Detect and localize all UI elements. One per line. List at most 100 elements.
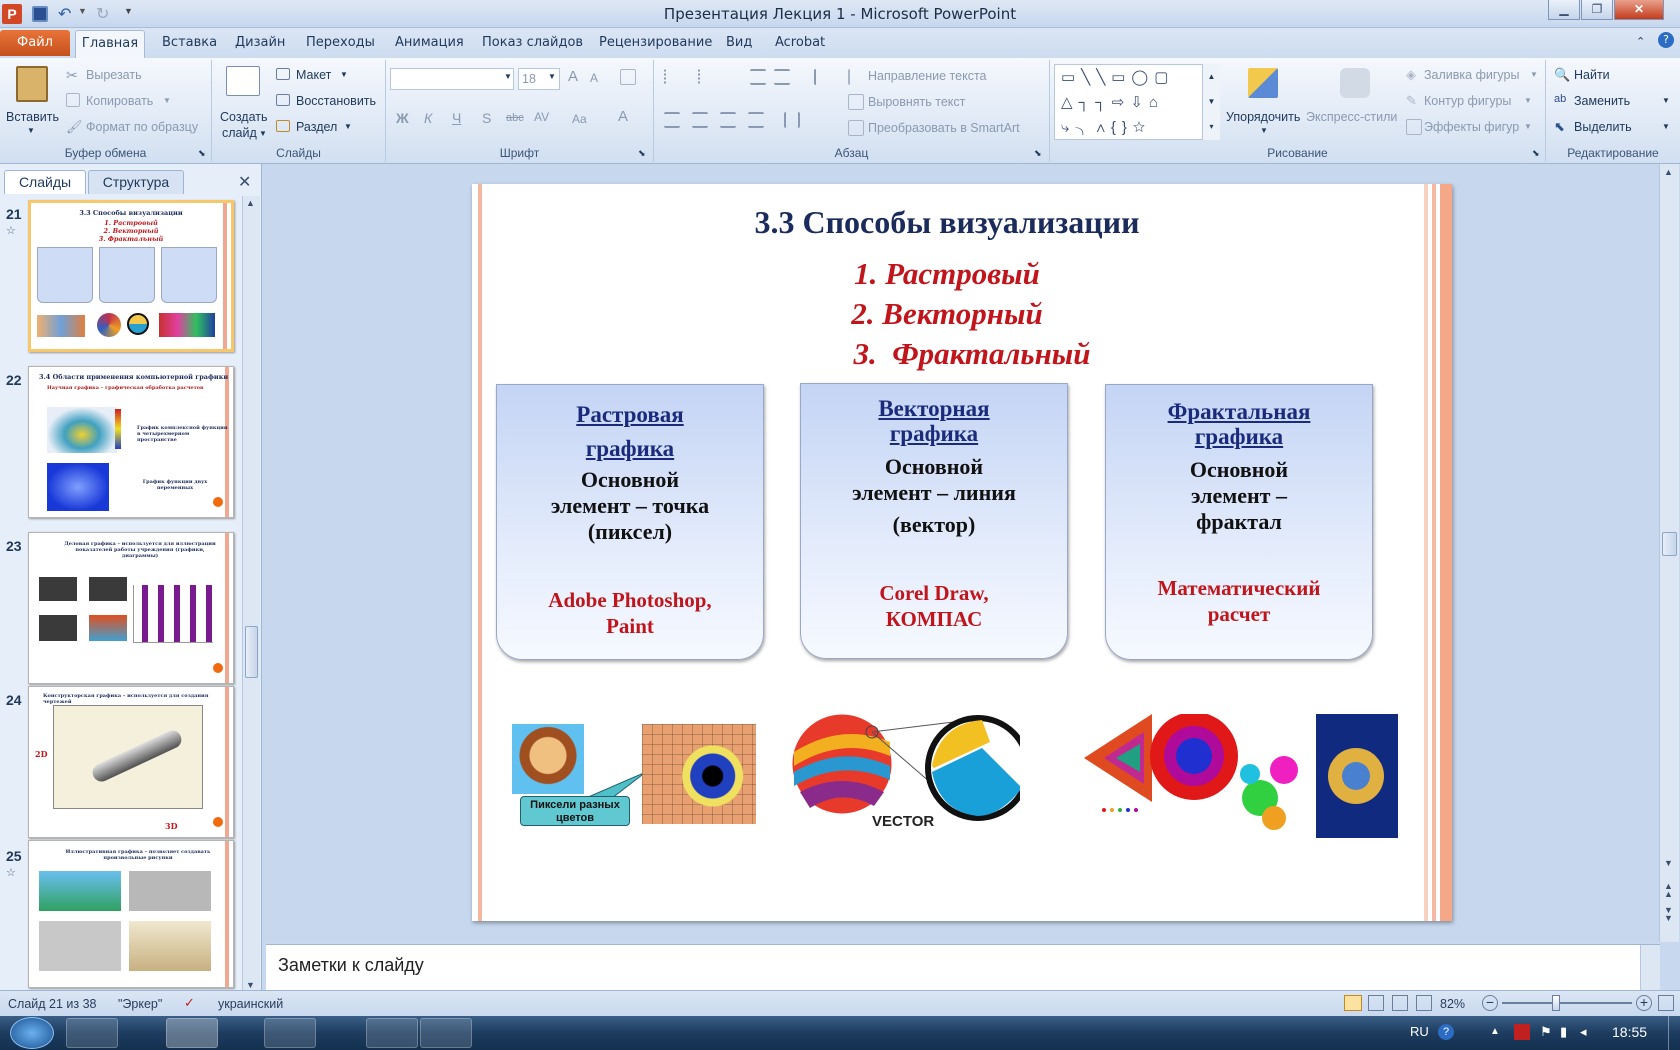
taskbar-yandex-icon[interactable] [366,1018,418,1048]
text-direction-button[interactable]: Направление текста [868,69,987,83]
tab-animations[interactable]: Анимация [395,35,464,50]
taskbar-kaspersky-icon[interactable] [420,1018,472,1048]
raster-box[interactable]: Растровая графика Основной элемент – точ… [496,384,764,660]
shadow-button[interactable]: S [482,110,491,126]
change-case-button[interactable]: Aa [572,112,587,126]
tray-network-icon[interactable]: ▮ [1560,1024,1567,1040]
close-pane-icon[interactable]: ✕ [238,172,251,192]
underline-button[interactable]: Ч [452,110,461,126]
tab-outline-pane[interactable]: Структура [88,170,184,194]
paragraph-launcher-icon[interactable]: ⬊ [1034,148,1042,159]
zoom-level[interactable]: 82% [1440,997,1465,1011]
maximize-button[interactable]: ❐ [1581,0,1613,20]
start-button[interactable] [10,1017,54,1049]
align-right-icon[interactable] [720,112,736,128]
tab-view[interactable]: Вид [726,35,752,50]
language-help-icon[interactable]: ? [1438,1024,1454,1040]
font-launcher-icon[interactable]: ⬊ [638,148,646,159]
scroll-down-icon[interactable]: ▼ [1664,858,1673,868]
clear-formatting-icon[interactable] [620,69,636,85]
tray-antivirus-icon[interactable] [1514,1024,1530,1040]
zoom-slider-thumb[interactable] [1552,995,1560,1011]
spellcheck-icon[interactable]: ✓ [184,995,202,1011]
arrange-icon[interactable] [1248,68,1278,98]
bold-button[interactable]: Ж [396,110,409,126]
shrink-font-button[interactable]: A [590,71,598,85]
arrange-dropdown-icon[interactable]: ▼ [1260,126,1268,135]
previous-slide-icon[interactable]: ▲ ▲ [1664,882,1673,899]
callout-box[interactable]: Пиксели разных цветов [520,796,630,826]
slide-thumbnail[interactable]: Деловая графика – используется для иллюс… [28,532,234,684]
font-size-dropdown-icon[interactable]: ▼ [548,72,556,81]
notes-scrollbar[interactable] [1640,945,1660,991]
shapes-gallery[interactable]: ▭╲╲▭◯▢ △┐┐⇨⇩⌂ ⤷╮∧{}☆ [1054,64,1220,140]
tab-file[interactable]: Файл [0,30,70,56]
shape-fill-dropdown-icon[interactable]: ▼ [1530,70,1538,79]
shape-fill-button[interactable]: Заливка фигуры [1424,68,1519,82]
tray-expand-icon[interactable]: ▲ [1490,1026,1500,1037]
tab-home[interactable]: Главная [75,30,145,58]
tab-insert[interactable]: Вставка [162,35,217,50]
pane-scrollbar[interactable]: ▲ ▼ [242,196,260,992]
editor-scrollbar[interactable]: ▲ ▼ ▲ ▲ ▼ ▼ [1659,164,1679,942]
reading-view-icon[interactable] [1392,995,1408,1011]
list-item[interactable]: 3. Фрактальный [522,336,1422,372]
slideshow-view-icon[interactable] [1416,995,1432,1011]
replace-dropdown-icon[interactable]: ▼ [1662,96,1670,105]
language-status[interactable]: украинский [218,997,283,1011]
taskbar-powerpoint-icon[interactable] [166,1018,218,1048]
new-slide-dropdown-icon[interactable]: ▼ [259,129,267,138]
copy-button[interactable]: Копировать [86,94,153,108]
quick-styles-icon[interactable] [1340,68,1370,98]
format-painter-button[interactable]: Формат по образцу [86,120,198,134]
paste-icon[interactable] [16,66,48,102]
shape-effects-dropdown-icon[interactable]: ▼ [1524,122,1532,131]
tab-transitions[interactable]: Переходы [306,35,375,50]
notes-pane[interactable]: Заметки к слайду [266,944,1660,991]
scroll-down-icon[interactable]: ▼ [246,980,255,990]
list-item[interactable]: 1. Растровый [472,256,1422,292]
italic-button[interactable]: К [424,110,432,126]
drawing-launcher-icon[interactable]: ⬊ [1532,148,1540,159]
taskbar-network-icon[interactable] [320,1018,372,1048]
fractal-image[interactable] [1084,714,1404,840]
scroll-up-icon[interactable]: ▲ [1664,167,1673,177]
show-desktop-button[interactable] [1668,1016,1680,1050]
paste-dropdown-icon[interactable]: ▼ [27,126,35,135]
tray-volume-icon[interactable]: ◂ [1580,1024,1587,1040]
scroll-up-icon[interactable]: ▲ [246,198,255,208]
new-slide-button[interactable]: Создать [220,110,268,124]
tray-flag-icon[interactable]: ⚑ [1540,1024,1552,1040]
list-item[interactable]: 2. Векторный [472,296,1422,332]
find-button[interactable]: Найти [1574,68,1610,82]
close-button[interactable]: ✕ [1614,0,1664,20]
help-icon[interactable]: ? [1658,32,1674,48]
vector-box[interactable]: Векторная графика Основной элемент – лин… [800,383,1068,659]
smartart-button[interactable]: Преобразовать в SmartArt [868,121,1020,135]
quick-styles-button[interactable]: Экспресс-стили [1306,110,1397,124]
bullets-icon[interactable] [664,69,680,85]
arrange-button[interactable]: Упорядочить [1226,110,1300,124]
current-slide[interactable]: 3.3 Способы визуализации 1. Растровый 2.… [472,184,1452,921]
align-left-icon[interactable] [664,112,680,128]
keyboard-language[interactable]: RU [1410,1024,1429,1039]
char-spacing-button[interactable]: AV [534,110,549,124]
justify-icon[interactable] [748,112,764,128]
fractal-box[interactable]: Фрактальная графика Основной элемент – ф… [1105,384,1373,660]
numbering-icon[interactable] [698,69,714,85]
zoom-slider[interactable] [1502,995,1632,1011]
normal-view-icon[interactable] [1344,995,1362,1011]
select-button[interactable]: Выделить [1574,120,1632,134]
tab-slideshow[interactable]: Показ слайдов [482,35,583,50]
shape-outline-dropdown-icon[interactable]: ▼ [1524,96,1532,105]
layout-button[interactable]: Макет [296,68,331,82]
ribbon-minimize-icon[interactable]: ⌃ [1636,35,1645,48]
tab-slides-pane[interactable]: Слайды [4,170,86,194]
taskbar-outlook-icon[interactable] [66,1018,118,1048]
fit-to-window-icon[interactable] [1658,995,1674,1011]
select-dropdown-icon[interactable]: ▼ [1662,122,1670,131]
shapes-gallery-scroll[interactable]: ▲ ▼ ▾ [1202,64,1220,140]
align-center-icon[interactable] [692,112,708,128]
zoom-out-icon[interactable]: − [1482,995,1498,1011]
line-spacing-icon[interactable] [814,69,830,85]
